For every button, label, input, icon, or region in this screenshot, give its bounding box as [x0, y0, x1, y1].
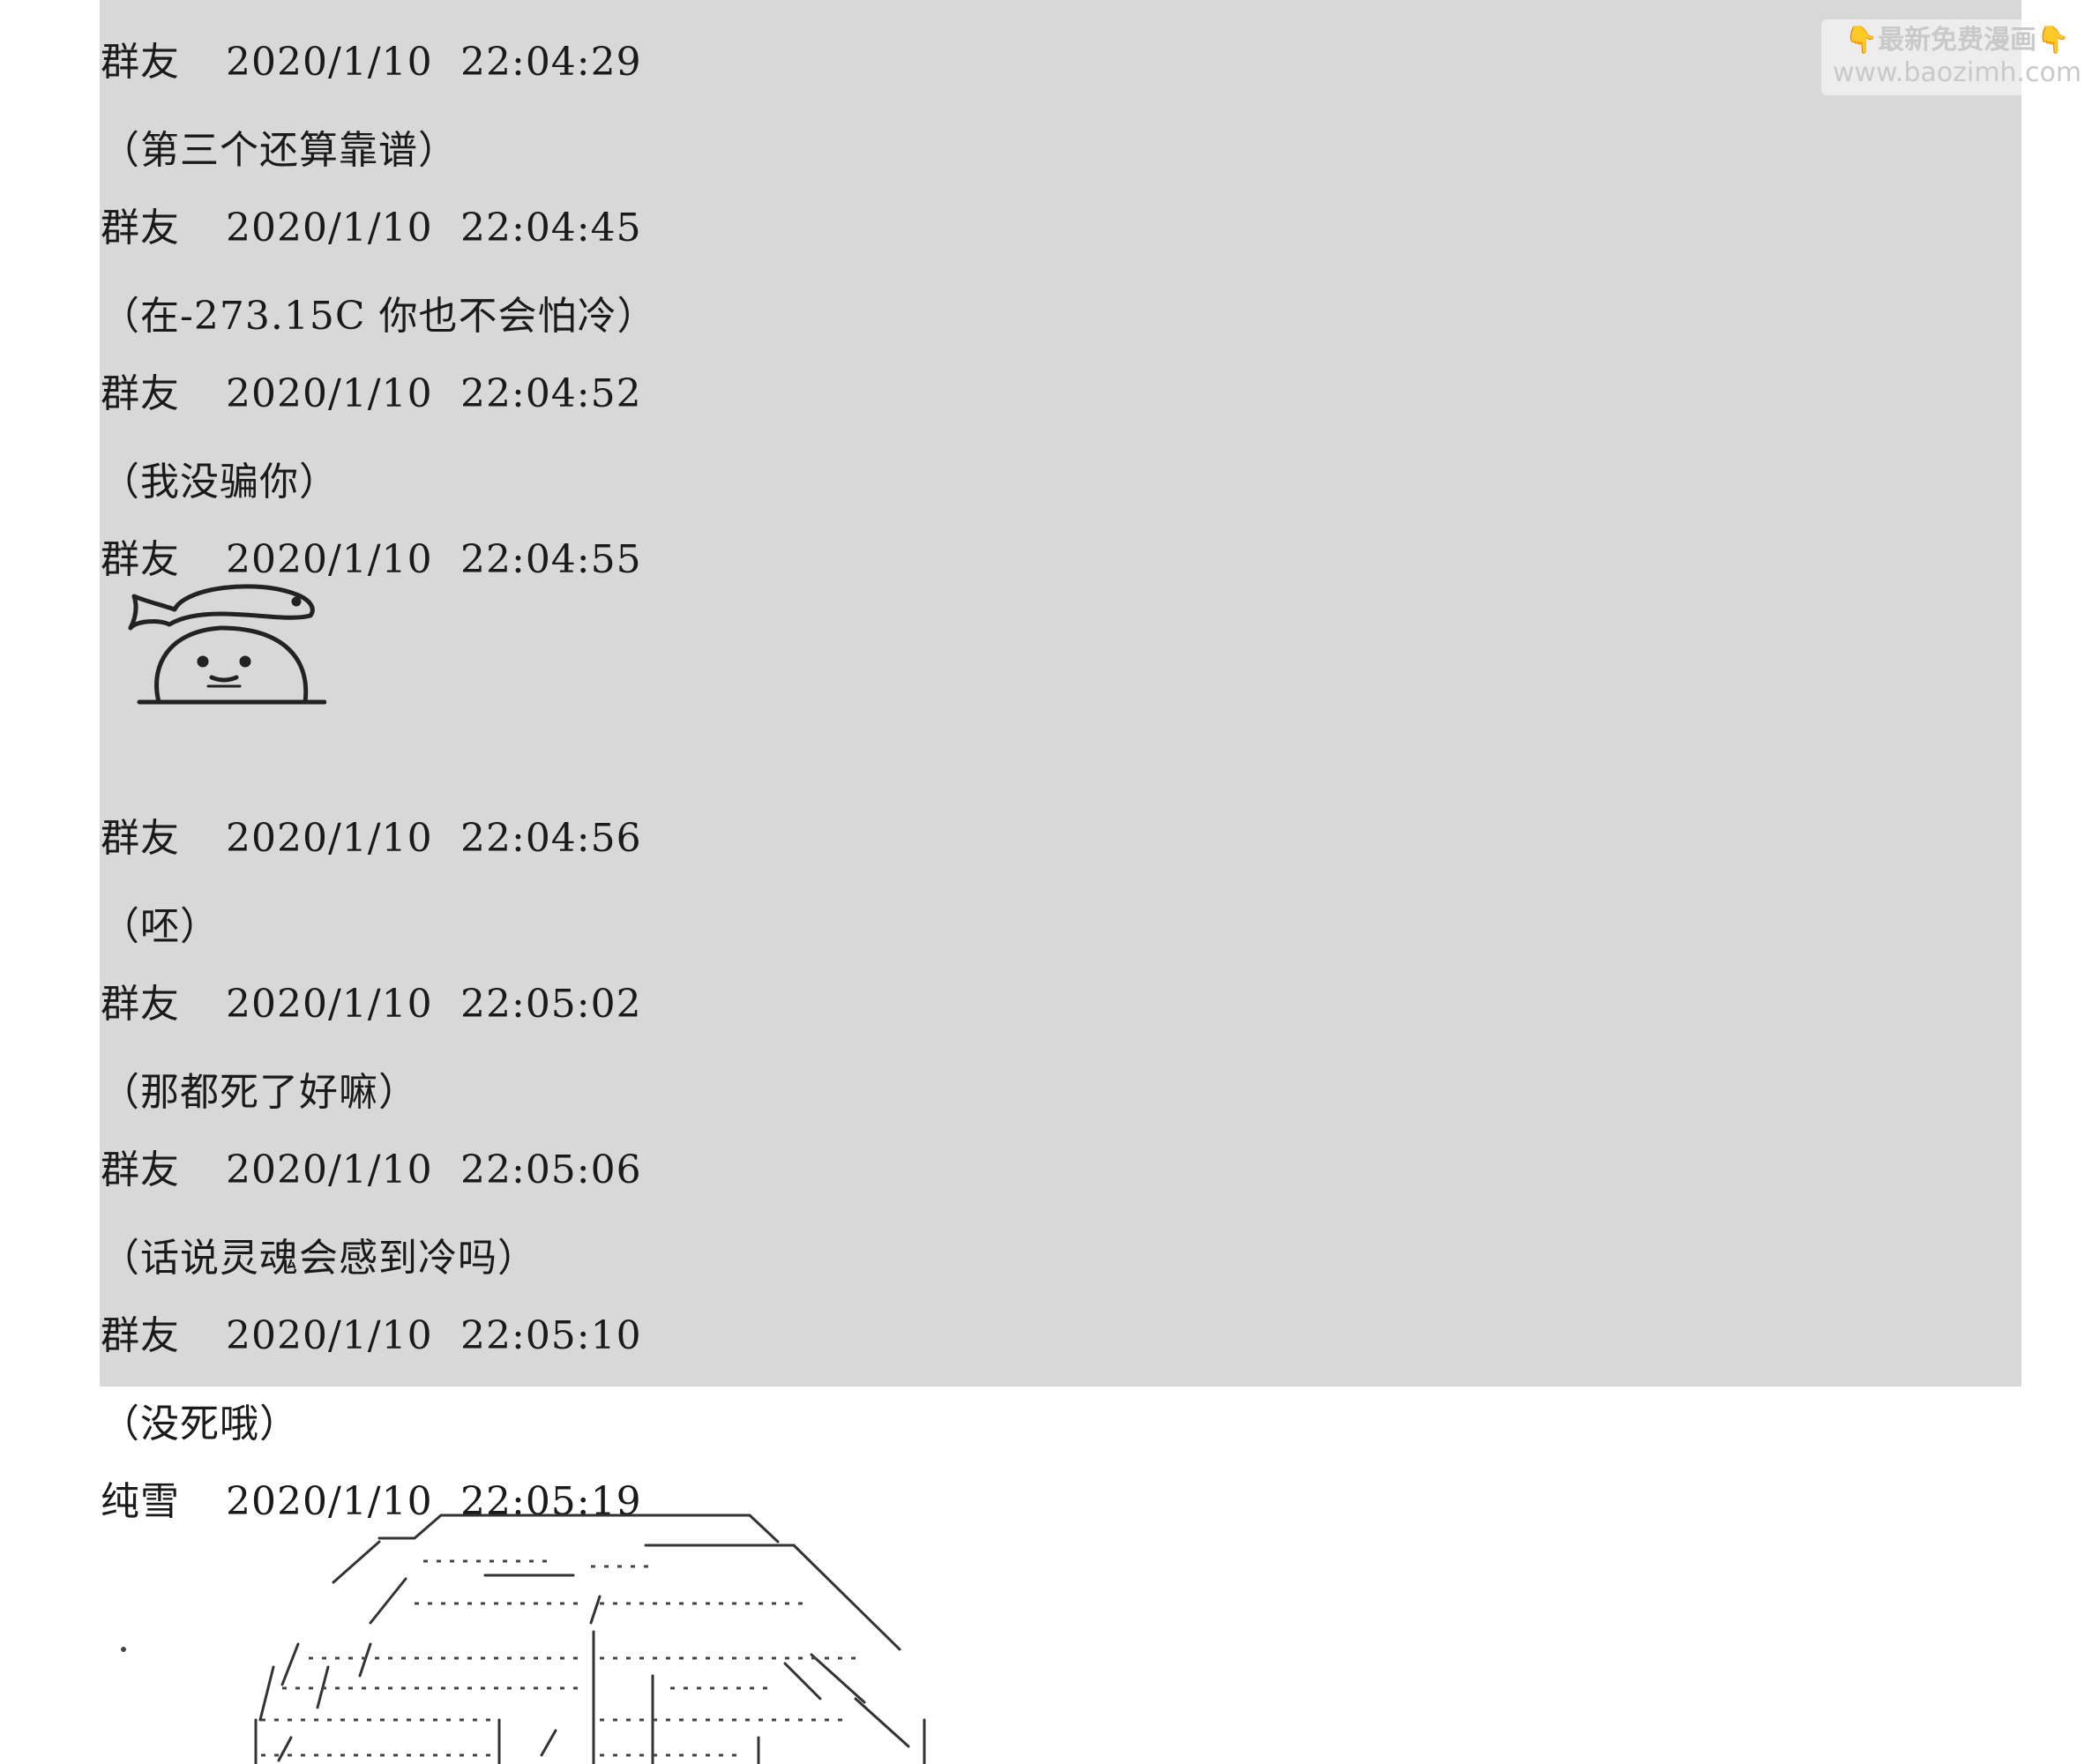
- message-time: 22:05:10: [460, 1313, 642, 1358]
- ascii-art-drawing: [121, 1514, 926, 1764]
- message-time: 22:04:56: [460, 816, 642, 861]
- sender-name: 群友: [101, 1147, 180, 1192]
- message-date: 2020/1/10: [226, 40, 433, 85]
- message-time: 22:04:52: [460, 371, 642, 416]
- message-date: 2020/1/10: [226, 982, 433, 1027]
- message-date: 2020/1/10: [226, 1147, 433, 1192]
- message-date: 2020/1/10: [226, 371, 433, 416]
- sender-name: 群友: [101, 371, 180, 416]
- fish-on-head-sticker: [128, 584, 326, 705]
- message-date: 2020/1/10: [226, 1313, 433, 1358]
- message-time: 22:04:45: [460, 206, 642, 250]
- sender-name: 群友: [101, 1313, 180, 1358]
- sender-name: 群友: [101, 206, 180, 250]
- message-header: 群友 2020/1/10 22:04:52: [101, 367, 642, 422]
- chat-message: 群友 2020/1/10 22:04:55: [101, 499, 642, 705]
- message-time: 22:04:29: [460, 40, 642, 85]
- message-header: 群友 2020/1/10 22:04:56: [101, 811, 642, 866]
- message-header: 群友 2020/1/10 22:05:02: [101, 977, 642, 1032]
- message-header: 群友 2020/1/10 22:05:10: [101, 1309, 642, 1364]
- message-header: 群友 2020/1/10 22:05:06: [101, 1143, 642, 1198]
- sender-name: 群友: [101, 982, 180, 1027]
- message-date: 2020/1/10: [226, 206, 433, 250]
- sender-name: 群友: [101, 816, 180, 861]
- message-time: 22:05:06: [460, 1147, 642, 1192]
- message-header: 群友 2020/1/10 22:04:29: [101, 35, 642, 90]
- message-time: 22:04:55: [460, 537, 642, 582]
- pointing-down-icon: 👇: [1844, 25, 1878, 56]
- watermark-url: www.baozimh.com: [1832, 57, 2082, 88]
- sender-name: 群友: [101, 40, 180, 85]
- watermark-title: 最新免费漫画: [1878, 25, 2036, 56]
- message-date: 2020/1/10: [226, 816, 433, 861]
- pointing-down-icon: 👇: [2036, 25, 2070, 56]
- watermark: 👇最新免费漫画👇 www.baozimh.com: [1821, 19, 2093, 95]
- message-header: 群友 2020/1/10 22:04:45: [101, 201, 656, 256]
- message-time: 22:05:02: [460, 982, 642, 1027]
